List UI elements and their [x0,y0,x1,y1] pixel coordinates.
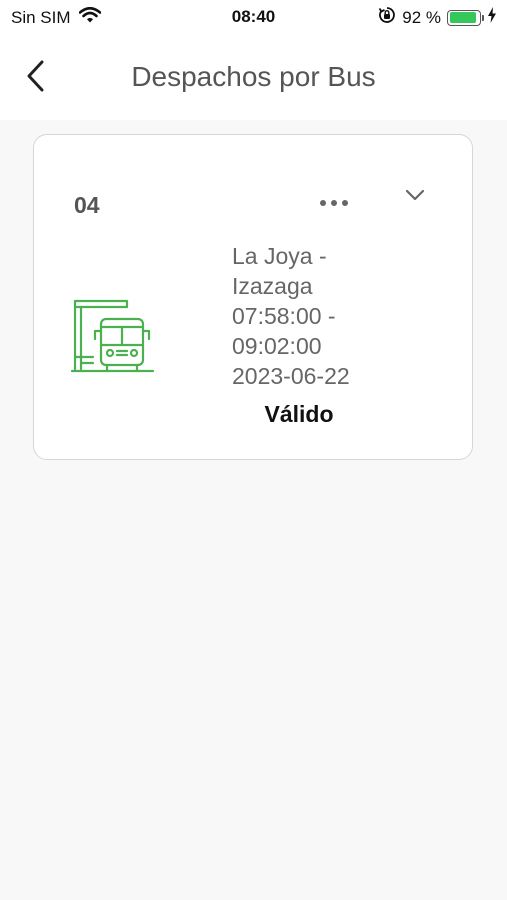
status-bar: Sin SIM 08:40 92 % [0,0,507,34]
time-end: 09:02:00 [232,333,322,359]
orientation-lock-icon [378,6,396,29]
page-title: Despachos por Bus [131,61,376,92]
navigation-bar: Despachos por Bus [0,34,507,120]
route-line-1: La Joya - [232,243,327,269]
status-right: 92 % [378,6,497,29]
bus-stop-icon [70,297,155,384]
status-badge: Válido [264,401,334,427]
more-options-button[interactable] [316,189,352,217]
chevron-down-icon [398,189,432,215]
expand-button[interactable] [398,181,432,211]
battery-icon [447,9,484,26]
charging-icon [487,7,497,28]
dispatch-card[interactable]: 04 La Joya - Izazaga 07:58:00 - 09:02:00… [33,134,473,460]
battery-percent: 92 % [402,7,441,27]
dispatch-date: 2023-06-22 [232,363,350,389]
bus-number: 04 [74,192,100,218]
route-line-2: Izazaga [232,273,313,299]
dispatch-info: La Joya - Izazaga 07:58:00 - 09:02:00 20… [232,241,462,391]
more-horizontal-icon [316,200,352,221]
time-start: 07:58:00 - [232,303,336,329]
battery-fill [449,12,477,23]
